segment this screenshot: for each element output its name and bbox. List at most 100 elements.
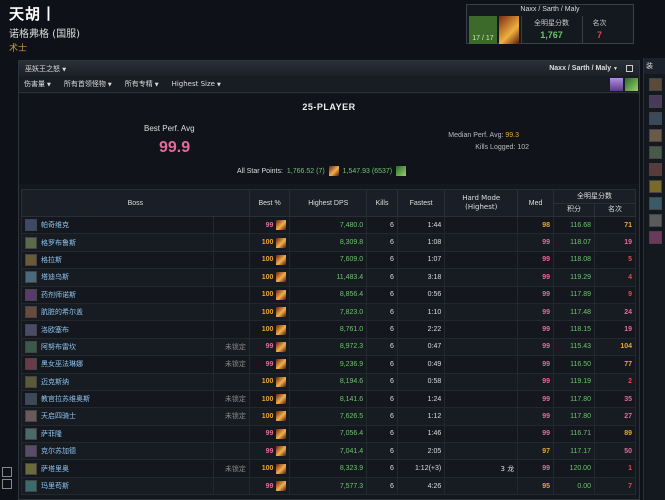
highest-dps[interactable]: 7,577.3	[289, 476, 368, 496]
zone-selector[interactable]: Naxx / Sarth / Maly ▼	[549, 65, 618, 72]
boss-cell[interactable]: 教官拉苏维奥斯	[21, 389, 214, 409]
boss-name[interactable]: 格拉斯	[41, 255, 62, 265]
boss-cell[interactable]: 帕奇维克	[21, 215, 214, 235]
header-fastest[interactable]: Fastest	[396, 189, 446, 217]
highest-dps[interactable]: 8,761.0	[289, 320, 368, 339]
highest-dps[interactable]: 7,056.4	[289, 424, 368, 444]
highest-dps[interactable]: 8,309.8	[289, 233, 368, 252]
gear-slot-icon[interactable]	[649, 180, 662, 193]
filter-metric[interactable]: 伤害量 ▼	[24, 79, 51, 89]
parse-icon[interactable]	[276, 307, 287, 318]
parse-icon[interactable]	[276, 394, 287, 405]
boss-cell[interactable]: 塔迪乌斯	[21, 268, 214, 287]
boss-cell[interactable]: 黑女巫法琳娜	[21, 355, 214, 374]
boss-cell[interactable]: 天启四骑士	[21, 407, 214, 426]
parse-icon[interactable]	[276, 254, 287, 265]
boss-name[interactable]: 洛欧塞布	[41, 325, 69, 335]
parse-icon[interactable]	[276, 463, 287, 474]
table-row[interactable]: 玛里苟斯 99 7,577.3 6 4:26 95 0.00 7	[21, 476, 637, 496]
wand-icon[interactable]	[625, 78, 638, 91]
highest-dps[interactable]: 9,236.9	[289, 355, 368, 374]
boss-cell[interactable]: 药剂师诺斯	[21, 285, 214, 304]
header-kills[interactable]: Kills	[366, 189, 398, 217]
boss-name[interactable]: 塔迪乌斯	[41, 272, 69, 282]
filter-size[interactable]: Highest Size ▼	[172, 80, 221, 88]
table-row[interactable]: 萨塔里奥 未锁定 100 8,323.9 6 1:12(+3) 3 龙 99 120.00 1	[21, 459, 637, 478]
boss-cell[interactable]: 萨菲隆	[21, 424, 214, 444]
boss-name[interactable]: 萨塔里奥	[41, 464, 69, 474]
header-med[interactable]: Med	[517, 189, 555, 217]
zone-summary-box[interactable]: Naxx / Sarth / Maly 17 / 17 全明星分数 1,767 …	[466, 4, 634, 44]
boss-name[interactable]: 克尔苏加德	[41, 446, 76, 456]
boss-name[interactable]: 玛里苟斯	[41, 481, 69, 491]
gear-slot-icon[interactable]	[649, 163, 662, 176]
parse-icon[interactable]	[276, 481, 287, 492]
parse-icon[interactable]	[276, 376, 287, 387]
parse-icon[interactable]	[276, 428, 287, 439]
boss-name[interactable]: 迈克斯纳	[41, 377, 69, 387]
boss-cell[interactable]: 格罗布鲁斯	[21, 233, 214, 252]
boss-cell[interactable]: 洛欧塞布	[21, 320, 214, 339]
boss-cell[interactable]: 格拉斯	[21, 250, 214, 270]
table-row[interactable]: 阿努布雷坎 未锁定 99 8,972.3 6 0:47 99 115.43 104	[21, 337, 637, 357]
filter-bosses[interactable]: 所有首领怪物 ▼	[64, 79, 112, 89]
boss-name[interactable]: 教官拉苏维奥斯	[41, 394, 90, 404]
header-boss[interactable]: Boss	[21, 189, 250, 217]
parse-icon[interactable]	[276, 220, 287, 231]
table-row[interactable]: 天启四骑士 未锁定 100 7,626.5 6 1:12 99 117.80 27	[21, 407, 637, 426]
highest-dps[interactable]: 8,323.9	[289, 459, 368, 478]
table-row[interactable]: 药剂师诺斯 100 8,856.4 6 0:56 99 117.89 9	[21, 285, 637, 304]
boss-name[interactable]: 格罗布鲁斯	[41, 238, 76, 248]
header-hard-mode[interactable]: Hard Mode (Highest)	[444, 189, 519, 217]
boss-name[interactable]: 黑女巫法琳娜	[41, 359, 83, 369]
table-row[interactable]: 克尔苏加德 99 7,041.4 6 2:05 97 117.17 50	[21, 442, 637, 461]
boss-name[interactable]: 萨菲隆	[41, 429, 62, 439]
boss-cell[interactable]: 萨塔里奥	[21, 459, 214, 478]
parse-icon[interactable]	[276, 289, 287, 300]
parse-icon[interactable]	[276, 446, 287, 457]
gear-slot-icon[interactable]	[649, 197, 662, 210]
gear-slot-icon[interactable]	[649, 214, 662, 227]
parse-icon[interactable]	[276, 359, 287, 370]
highest-dps[interactable]: 8,856.4	[289, 285, 368, 304]
gear-slot-icon[interactable]	[649, 95, 662, 108]
table-row[interactable]: 肮脏的希尔盖 100 7,823.0 6 1:10 99 117.48 24	[21, 302, 637, 322]
highest-dps[interactable]: 11,483.4	[289, 268, 368, 287]
parse-icon[interactable]	[276, 341, 287, 352]
highest-dps[interactable]: 7,041.4	[289, 442, 368, 461]
table-row[interactable]: 格拉斯 100 7,609.0 6 1:07 99 118.08 5	[21, 250, 637, 270]
highest-dps[interactable]: 7,609.0	[289, 250, 368, 270]
boss-name[interactable]: 天启四骑士	[41, 411, 76, 421]
filter-specs[interactable]: 所有专精 ▼	[125, 79, 159, 89]
gear-slot-icon[interactable]	[649, 129, 662, 142]
grid-icon[interactable]	[2, 467, 12, 477]
boss-cell[interactable]: 肮脏的希尔盖	[21, 302, 214, 322]
highest-dps[interactable]: 8,194.6	[289, 372, 368, 391]
parse-icon[interactable]	[276, 411, 287, 422]
window-icon[interactable]	[626, 65, 633, 72]
highest-dps[interactable]: 7,626.5	[289, 407, 368, 426]
header-dps[interactable]: Highest DPS	[289, 189, 368, 217]
table-row[interactable]: 迈克斯纳 100 8,194.6 6 0:58 99 119.19 2	[21, 372, 637, 391]
table-row[interactable]: 塔迪乌斯 100 11,483.4 6 3:18 99 119.29 4	[21, 268, 637, 287]
table-row[interactable]: 洛欧塞布 100 8,761.0 6 2:22 99 118.15 19	[21, 320, 637, 339]
highest-dps[interactable]: 8,972.3	[289, 337, 368, 357]
boss-cell[interactable]: 克尔苏加德	[21, 442, 214, 461]
table-row[interactable]: 教官拉苏维奥斯 未锁定 100 8,141.6 6 1:24 99 117.80 35	[21, 389, 637, 409]
gear-slot-icon[interactable]	[649, 146, 662, 159]
parse-icon[interactable]	[276, 272, 287, 283]
boss-name[interactable]: 肮脏的希尔盖	[41, 307, 83, 317]
gear-slot-icon[interactable]	[649, 78, 662, 91]
boss-name[interactable]: 阿努布雷坎	[41, 342, 76, 352]
highest-dps[interactable]: 8,141.6	[289, 389, 368, 409]
boss-cell[interactable]: 阿努布雷坎	[21, 337, 214, 357]
header-points[interactable]: 积分	[553, 202, 595, 217]
parse-icon[interactable]	[276, 324, 287, 335]
boss-cell[interactable]: 玛里苟斯	[21, 476, 214, 496]
parse-icon[interactable]	[276, 237, 287, 248]
gear-slot-icon[interactable]	[649, 231, 662, 244]
boss-cell[interactable]: 迈克斯纳	[21, 372, 214, 391]
table-row[interactable]: 帕奇维克 99 7,480.0 6 1:44 98 116.68 71	[21, 215, 637, 235]
table-row[interactable]: 萨菲隆 99 7,056.4 6 1:46 99 116.71 89	[21, 424, 637, 444]
character-server[interactable]: 诺格弗格 (国服)	[9, 25, 80, 40]
